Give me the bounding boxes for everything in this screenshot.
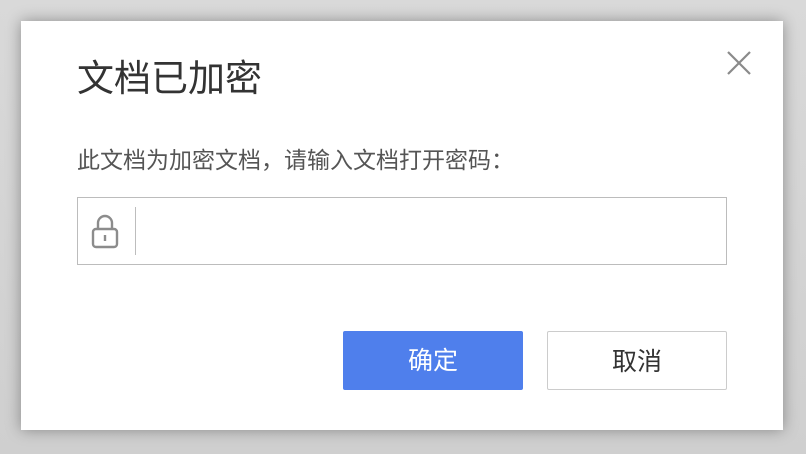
close-icon	[727, 51, 751, 75]
field-divider	[135, 207, 136, 255]
ok-button[interactable]: 确定	[343, 331, 523, 390]
dialog-title: 文档已加密	[77, 57, 262, 100]
close-button[interactable]	[721, 45, 757, 81]
encrypted-document-dialog: 文档已加密 此文档为加密文档，请输入文档打开密码： 确定 取消	[21, 21, 783, 430]
password-field-container[interactable]	[77, 197, 727, 265]
lock-icon	[91, 214, 119, 249]
cancel-button[interactable]: 取消	[547, 331, 727, 390]
password-prompt: 此文档为加密文档，请输入文档打开密码：	[77, 148, 514, 174]
password-input[interactable]	[142, 204, 716, 258]
